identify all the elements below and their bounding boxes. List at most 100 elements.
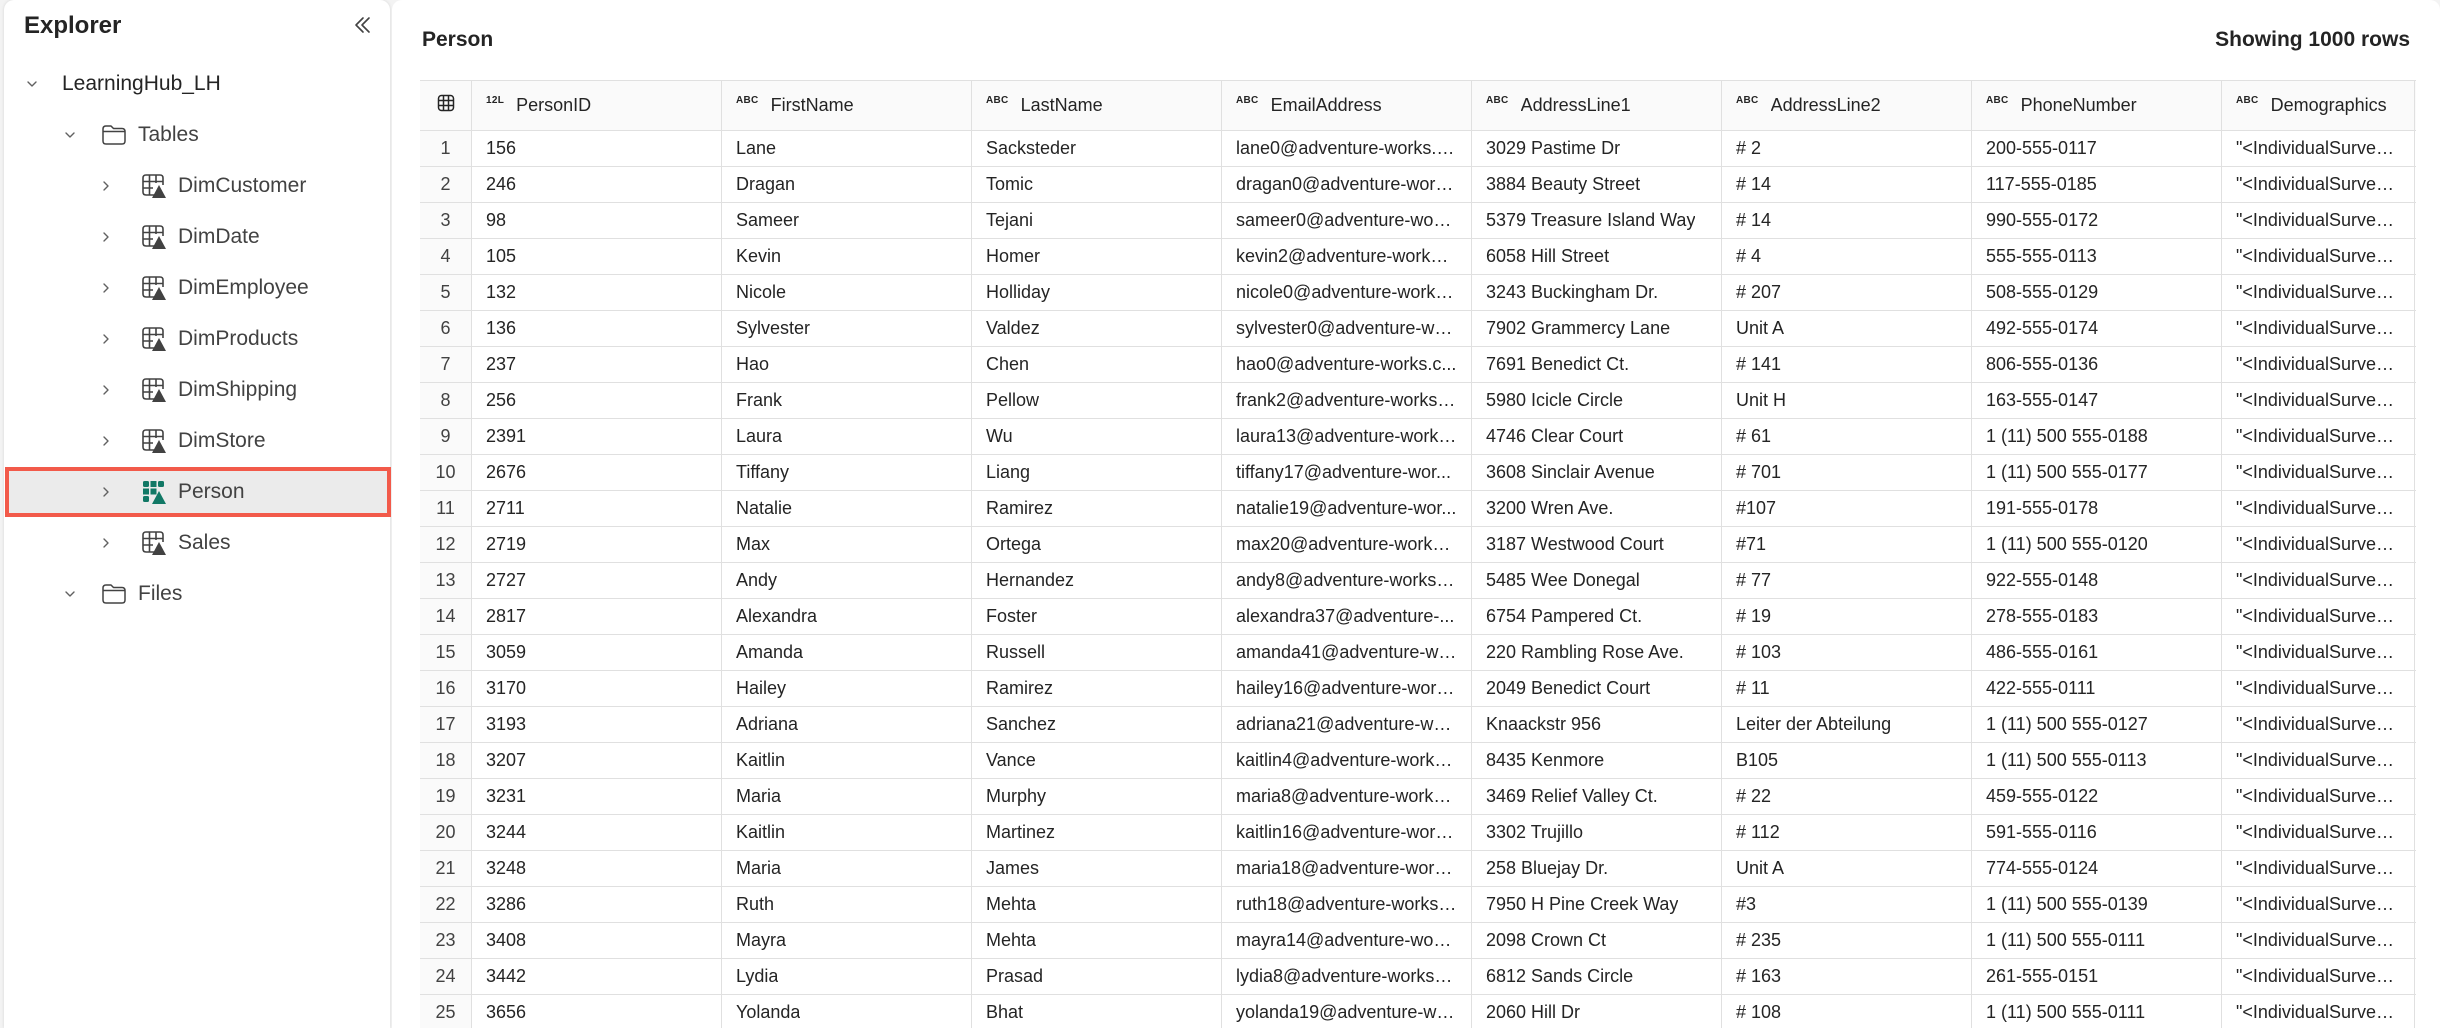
first-name-cell[interactable]: Adriana <box>722 707 972 742</box>
demographics-cell[interactable]: "<IndividualSurvey ... <box>2222 311 2415 346</box>
phone-number-cell[interactable]: 1 (11) 500 555-0120 <box>1972 527 2222 562</box>
address-line1-cell[interactable]: 6754 Pampered Ct. <box>1472 599 1722 634</box>
tree-item-dimshipping[interactable]: DimShipping <box>4 368 390 412</box>
address-line1-cell[interactable]: 3029 Pastime Dr <box>1472 131 1722 166</box>
phone-number-cell[interactable]: 774-555-0124 <box>1972 851 2222 886</box>
address-line1-cell[interactable]: 8435 Kenmore <box>1472 743 1722 778</box>
last-name-cell[interactable]: Tejani <box>972 203 1222 238</box>
address-line2-cell[interactable]: # 2 <box>1722 131 1972 166</box>
row-number-cell[interactable]: 13 <box>420 563 472 598</box>
last-name-cell[interactable]: Prasad <box>972 959 1222 994</box>
demographics-cell[interactable]: "<IndividualSurvey ... <box>2222 239 2415 274</box>
demographics-cell[interactable]: "<IndividualSurvey ... <box>2222 347 2415 382</box>
table-row[interactable]: 2 246 Dragan Tomic dragan0@adventure-work...… <box>420 167 2416 203</box>
last-name-cell[interactable]: Russell <box>972 635 1222 670</box>
person-id-cell[interactable]: 3442 <box>472 959 722 994</box>
person-id-cell[interactable]: 156 <box>472 131 722 166</box>
address-line2-cell[interactable]: # 14 <box>1722 167 1972 202</box>
demographics-cell[interactable]: "<IndividualSurvey ... <box>2222 851 2415 886</box>
person-id-cell[interactable]: 237 <box>472 347 722 382</box>
last-name-cell[interactable]: Ortega <box>972 527 1222 562</box>
address-line1-cell[interactable]: 3608 Sinclair Avenue <box>1472 455 1722 490</box>
collapse-explorer-button[interactable] <box>348 12 378 42</box>
email-address-cell[interactable]: frank2@adventure-works.... <box>1222 383 1472 418</box>
demographics-cell[interactable]: "<IndividualSurvey ... <box>2222 707 2415 742</box>
email-address-cell[interactable]: kaitlin4@adventure-works.... <box>1222 743 1472 778</box>
table-row[interactable]: 23 3408 Mayra Mehta mayra14@adventure-work..… <box>420 923 2416 959</box>
tree-item-person[interactable]: Person <box>5 467 391 517</box>
select-all-cell[interactable] <box>420 81 472 130</box>
last-name-cell[interactable]: Wu <box>972 419 1222 454</box>
first-name-cell[interactable]: Yolanda <box>722 995 972 1028</box>
first-name-cell[interactable]: Maria <box>722 851 972 886</box>
person-id-cell[interactable]: 2817 <box>472 599 722 634</box>
first-name-cell[interactable]: Nicole <box>722 275 972 310</box>
address-line2-cell[interactable]: Unit A <box>1722 851 1972 886</box>
row-number-cell[interactable]: 23 <box>420 923 472 958</box>
phone-number-cell[interactable]: 422-555-0111 <box>1972 671 2222 706</box>
demographics-cell[interactable]: "<IndividualSurvey ... <box>2222 671 2415 706</box>
tree-item-sales[interactable]: Sales <box>4 521 390 565</box>
first-name-cell[interactable]: Alexandra <box>722 599 972 634</box>
first-name-cell[interactable]: Max <box>722 527 972 562</box>
person-id-cell[interactable]: 3207 <box>472 743 722 778</box>
person-id-cell[interactable]: 136 <box>472 311 722 346</box>
row-number-cell[interactable]: 12 <box>420 527 472 562</box>
demographics-cell[interactable]: "<IndividualSurvey ... <box>2222 995 2415 1028</box>
address-line1-cell[interactable]: 3469 Relief Valley Ct. <box>1472 779 1722 814</box>
demographics-cell[interactable]: "<IndividualSurvey ... <box>2222 131 2415 166</box>
phone-number-cell[interactable]: 459-555-0122 <box>1972 779 2222 814</box>
phone-number-cell[interactable]: 117-555-0185 <box>1972 167 2222 202</box>
email-address-cell[interactable]: maria18@adventure-work... <box>1222 851 1472 886</box>
table-row[interactable]: 14 2817 Alexandra Foster alexandra37@adventu… <box>420 599 2416 635</box>
address-line2-cell[interactable]: B105 <box>1722 743 1972 778</box>
address-line2-cell[interactable]: # 103 <box>1722 635 1972 670</box>
email-address-cell[interactable]: yolanda19@adventure-wo... <box>1222 995 1472 1028</box>
email-address-cell[interactable]: maria8@adventure-works.... <box>1222 779 1472 814</box>
column-header-phonenumber[interactable]: ABC PhoneNumber <box>1972 81 2222 130</box>
person-id-cell[interactable]: 2711 <box>472 491 722 526</box>
first-name-cell[interactable]: Ruth <box>722 887 972 922</box>
table-row[interactable]: 11 2711 Natalie Ramirez natalie19@adventure-… <box>420 491 2416 527</box>
phone-number-cell[interactable]: 261-555-0151 <box>1972 959 2222 994</box>
person-id-cell[interactable]: 3248 <box>472 851 722 886</box>
demographics-cell[interactable]: "<IndividualSurvey ... <box>2222 779 2415 814</box>
table-row[interactable]: 19 3231 Maria Murphy maria8@adventure-works.… <box>420 779 2416 815</box>
phone-number-cell[interactable]: 486-555-0161 <box>1972 635 2222 670</box>
email-address-cell[interactable]: natalie19@adventure-wor... <box>1222 491 1472 526</box>
email-address-cell[interactable]: adriana21@adventure-wo... <box>1222 707 1472 742</box>
table-row[interactable]: 10 2676 Tiffany Liang tiffany17@adventure-wo… <box>420 455 2416 491</box>
last-name-cell[interactable]: Holliday <box>972 275 1222 310</box>
table-row[interactable]: 24 3442 Lydia Prasad lydia8@adventure-works.… <box>420 959 2416 995</box>
person-id-cell[interactable]: 132 <box>472 275 722 310</box>
first-name-cell[interactable]: Sylvester <box>722 311 972 346</box>
first-name-cell[interactable]: Laura <box>722 419 972 454</box>
phone-number-cell[interactable]: 492-555-0174 <box>1972 311 2222 346</box>
address-line2-cell[interactable]: # 112 <box>1722 815 1972 850</box>
chevron-right-icon[interactable] <box>98 484 114 500</box>
demographics-cell[interactable]: "<IndividualSurvey ... <box>2222 599 2415 634</box>
phone-number-cell[interactable]: 200-555-0117 <box>1972 131 2222 166</box>
table-row[interactable]: 20 3244 Kaitlin Martinez kaitlin16@adventure… <box>420 815 2416 851</box>
row-number-cell[interactable]: 2 <box>420 167 472 202</box>
email-address-cell[interactable]: ruth18@adventure-works.... <box>1222 887 1472 922</box>
phone-number-cell[interactable]: 1 (11) 500 555-0111 <box>1972 995 2222 1028</box>
demographics-cell[interactable]: "<IndividualSurvey ... <box>2222 923 2415 958</box>
table-row[interactable]: 7 237 Hao Chen hao0@adventure-works.c... 7691… <box>420 347 2416 383</box>
phone-number-cell[interactable]: 1 (11) 500 555-0177 <box>1972 455 2222 490</box>
person-id-cell[interactable]: 2676 <box>472 455 722 490</box>
phone-number-cell[interactable]: 191-555-0178 <box>1972 491 2222 526</box>
address-line2-cell[interactable]: # 141 <box>1722 347 1972 382</box>
phone-number-cell[interactable]: 508-555-0129 <box>1972 275 2222 310</box>
person-id-cell[interactable]: 3231 <box>472 779 722 814</box>
phone-number-cell[interactable]: 1 (11) 500 555-0113 <box>1972 743 2222 778</box>
person-id-cell[interactable]: 3286 <box>472 887 722 922</box>
tree-item-dimstore[interactable]: DimStore <box>4 419 390 463</box>
table-row[interactable]: 9 2391 Laura Wu laura13@adventure-works... 47… <box>420 419 2416 455</box>
address-line1-cell[interactable]: 258 Bluejay Dr. <box>1472 851 1722 886</box>
address-line1-cell[interactable]: 6812 Sands Circle <box>1472 959 1722 994</box>
email-address-cell[interactable]: dragan0@adventure-work... <box>1222 167 1472 202</box>
last-name-cell[interactable]: Valdez <box>972 311 1222 346</box>
email-address-cell[interactable]: mayra14@adventure-work... <box>1222 923 1472 958</box>
table-row[interactable]: 13 2727 Andy Hernandez andy8@adventure-works… <box>420 563 2416 599</box>
